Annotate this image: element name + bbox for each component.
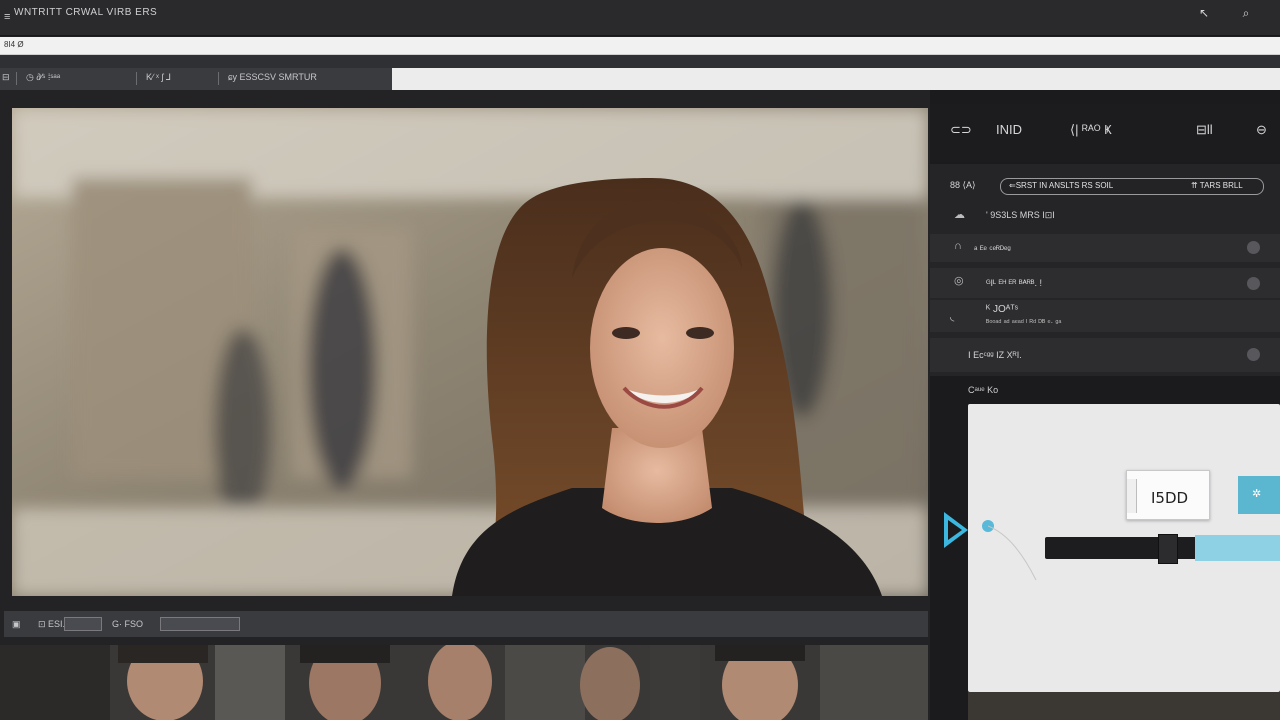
frame-icon[interactable]: ▣ [12,619,21,630]
clock-icon[interactable]: ◷ ∂⁄ˢ ⁞ˢᵃᵃ [26,72,60,83]
photo-viewer[interactable] [12,108,928,596]
address-bar[interactable]: 8I4 Ø [0,37,1280,55]
slider-fill [1195,535,1280,561]
histogram-icon[interactable]: ⊟ll [1196,122,1213,138]
list-item-label: ' 9S3LS MRS I⊡I [986,210,1055,220]
list-item-label: ᴷ JOᴬᵀˢ [986,304,1019,315]
list-item[interactable]: ∩ ᵃ ᴱᵉ ᶜᵉᴿᴰᵉᵍ [930,234,1280,262]
pin-icon[interactable]: ↖ [1194,6,1214,22]
toggle-dot[interactable] [1247,348,1260,361]
adjustment-card: I5DD ✲ [968,404,1280,692]
search-query: ⇐SRST IN ANSLTS RS SOIL [1009,181,1114,190]
search-input[interactable]: ⇐SRST IN ANSLTS RS SOIL ⇈ TARS BRLL [1000,178,1264,195]
search-icon[interactable]: ⌕ [1236,6,1256,22]
ruler-icon[interactable]: K∕ ˣ ʃ ⅃ [146,72,171,83]
list-item[interactable]: Ⅰ Ecᶜᵍᵍ IZ XᴿI. [930,338,1280,372]
section-title: Cᵃᵘᵉ Ko [968,385,999,395]
zoom-icon[interactable]: ⊖ [1256,122,1267,138]
sparkle-icon: ✲ [1252,488,1262,500]
toolbar-separator [136,72,137,85]
toggle-dot[interactable] [1247,277,1260,290]
format-label[interactable]: G· FSO [112,619,143,629]
panel-footer [968,692,1280,720]
value-box-tab [1127,479,1137,513]
panel-toolbar: ⊂⊃ INID ⟨| ᴿᴬᴼ Ҝ ⊟ll ⊖ [930,104,1280,162]
slider-handle[interactable] [1158,534,1178,564]
text-tool-icon[interactable]: INID [996,122,1022,137]
main-toolbar: ⊟ ◷ ∂⁄ˢ ⁞ˢᵃᵃ K∕ ˣ ʃ ⅃ ɕy ESSCSV SMRTUR [0,68,392,90]
toolbar-separator [218,72,219,85]
eye-icon[interactable]: ɕy ESSCSV SMRTUR [228,72,317,82]
list-item-sublabel: ᴮᵒᵒᵃᵈ ᵃᵈ ᵃᵉᵃᵈ ᴵ ᴿᵈ ᴰᴮ ᵉ· ᵍᵃ [986,318,1062,327]
crop-icon[interactable]: ⊡ ESI. [38,619,65,630]
list-item-label: ᴳIᴸ ᴱᴴ ᴱᴿ ᴮᴬᴿᴮ. ! [986,278,1043,288]
list-item-label: Ⅰ Ecᶜᵍᵍ IZ XᴿI. [968,350,1022,360]
list-item[interactable]: ◎ ᴳIᴸ ᴱᴴ ᴱᴿ ᴮᴬᴿᴮ. ! [930,268,1280,298]
apply-button[interactable]: ✲ [1238,476,1280,514]
headphones-icon: ∩ [954,240,962,252]
list-item-label: ᵃ ᴱᵉ ᶜᵉᴿᴰᵉᵍ [974,244,1011,254]
hamburger-icon[interactable]: ≡ [4,11,10,23]
comment-icon[interactable]: ⊂⊃ [950,122,972,138]
value-box-text: I5DD [1151,489,1189,507]
viewer-controls: ▣ ⊡ ESI. G· FSO [4,611,928,637]
format-field[interactable] [160,617,240,631]
brush-icon: ◟ [950,311,955,323]
search-filter[interactable]: ⇈ TARS BRLL [1191,181,1243,190]
toggle-dot[interactable] [1247,241,1260,254]
cloud-icon: ☁ [954,209,965,221]
list-item[interactable]: ☁ ' 9S3LS MRS I⊡I [930,202,1280,228]
toolbar-divider [0,55,1280,68]
adjust-icon[interactable]: ⟨| ᴿᴬᴼ Ҝ [1070,122,1112,138]
toolbar-separator [16,72,17,85]
properties-list: 88 ⟨A⟩ ☁ ' 9S3LS MRS I⊡I ∩ ᵃ ᴱᵉ ᶜᵉᴿᴰᵉᵍ ◎… [930,164,1280,376]
title-bar: ≡ WNTRITT CRWAL VIRB ERS ↖ ⌕ [0,0,1280,36]
filmstrip[interactable] [0,645,928,720]
tab-strip [392,68,1280,90]
value-box[interactable]: I5DD [1126,470,1210,520]
search-prefix: 88 ⟨A⟩ [950,180,976,190]
zoom-field[interactable] [64,617,102,631]
connector-line [988,525,1037,581]
grid-icon[interactable]: ⊟ [2,72,10,83]
filmstrip-thumbnails [0,645,928,720]
photo-preview [12,108,928,596]
list-item[interactable]: ◟ ᴷ JOᴬᵀˢ ᴮᵒᵒᵃᵈ ᵃᵈ ᵃᵉᵃᵈ ᴵ ᴿᵈ ᴰᴮ ᵉ· ᵍᵃ [930,300,1280,332]
window-title: WNTRITT CRWAL VIRB ERS [14,7,158,18]
layers-icon: ◎ [954,275,964,287]
address-field[interactable]: 8I4 Ø [4,40,24,49]
play-marker-inner [948,520,962,540]
